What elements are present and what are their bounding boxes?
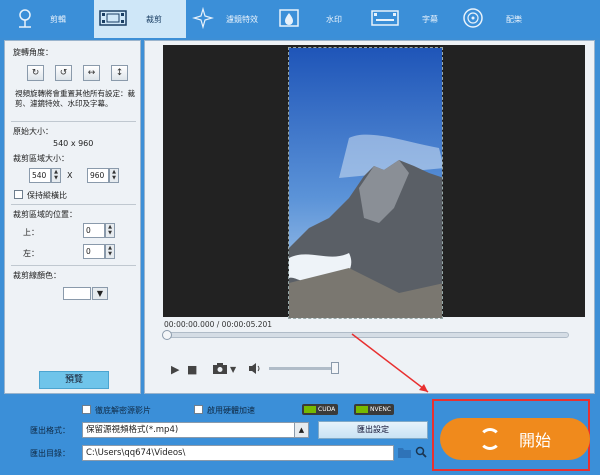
left-offset-stepper[interactable]: ▲ ▼	[105, 244, 115, 259]
keep-ratio-label: 保持縱橫比	[27, 191, 67, 200]
crop-width-field[interactable]: 540	[29, 168, 51, 183]
tab-label: 水印	[326, 15, 342, 24]
play-icon[interactable]: ▶	[171, 363, 179, 376]
start-button[interactable]: 開始	[440, 418, 590, 460]
nvidia-icon	[304, 406, 316, 413]
top-tab-bar: 剪輯 裁剪 濾鏡特效 水印 字幕 配樂	[0, 0, 600, 38]
rotation-note: 視頻旋轉將會重置其他所有設定：裁剪、濾鏡特效、水印及字幕。	[15, 89, 135, 108]
cuda-badge: CUDA	[302, 404, 339, 415]
export-settings-button[interactable]: 匯出設定	[318, 421, 428, 439]
preview-panel: 00:00:00.000 / 00:00:05.201 ▶ ■ ▼	[144, 40, 595, 394]
tab-watermark[interactable]: 水印	[276, 0, 366, 38]
flip-horizontal-icon: ↔	[87, 68, 96, 78]
time-display: 00:00:00.000 / 00:00:05.201	[164, 320, 273, 329]
video-preview	[163, 45, 585, 319]
top-offset-field[interactable]: 0	[83, 223, 105, 238]
timeline-slider[interactable]	[162, 330, 569, 340]
crop-height-stepper[interactable]: ▲ ▼	[109, 168, 119, 183]
crop-frame[interactable]	[288, 47, 443, 319]
tab-label: 剪輯	[50, 15, 66, 24]
timeline-handle[interactable]	[162, 330, 172, 340]
music-disc-icon	[462, 7, 484, 29]
bottom-bar: 徹底解密源影片 啟用硬體加速 CUDA NVENC 匯出格式： 保留源視頻格式(…	[0, 396, 600, 475]
decrypt-source-checkbox[interactable]	[82, 405, 91, 414]
search-icon[interactable]	[415, 446, 427, 461]
volume-icon[interactable]	[249, 363, 261, 377]
convert-icon	[478, 428, 501, 450]
stop-icon[interactable]: ■	[187, 363, 197, 376]
crop-width-stepper[interactable]: ▲ ▼	[51, 168, 61, 183]
flip-vertical-icon: ↕	[115, 68, 124, 78]
flip-horizontal-button[interactable]: ↔	[83, 65, 100, 81]
line-color-swatch[interactable]	[63, 287, 91, 300]
volume-handle[interactable]	[331, 362, 339, 374]
tab-filter-effects[interactable]: 濾鏡特效	[186, 0, 276, 38]
original-size-label: 原始大小：	[13, 127, 53, 136]
tab-subtitle[interactable]: 字幕	[366, 0, 458, 38]
chevron-up-icon[interactable]: ▲	[294, 422, 309, 438]
mountain-image	[289, 48, 442, 318]
keep-ratio-checkbox[interactable]	[14, 190, 23, 199]
tree-icon	[14, 7, 36, 29]
nvenc-badge: NVENC	[354, 404, 395, 415]
decrypt-source-label: 徹底解密源影片	[95, 406, 151, 415]
directory-label: 匯出目錄：	[30, 449, 70, 458]
rotation-title: 旋轉角度：	[13, 48, 53, 57]
divider	[11, 265, 136, 266]
crop-settings-panel: 旋轉角度： ↻ ↺ ↔ ↕ 視頻旋轉將會重置其他所有設定：裁剪、濾鏡特效、水印及…	[4, 40, 141, 394]
volume-slider[interactable]	[269, 367, 334, 370]
tab-label: 裁剪	[146, 15, 162, 24]
divider	[11, 121, 136, 122]
film-crop-icon	[98, 7, 128, 29]
divider	[11, 204, 136, 205]
chevron-down-icon[interactable]: ▼	[92, 287, 108, 300]
crop-size-separator: X	[67, 171, 73, 180]
tab-label: 濾鏡特效	[226, 15, 258, 24]
nvidia-icon	[356, 406, 368, 413]
watermark-icon	[278, 7, 300, 29]
crop-position-label: 裁剪區域的位置：	[13, 210, 77, 219]
tab-label: 字幕	[422, 15, 438, 24]
format-select[interactable]: 保留源視頻格式(*.mp4)	[82, 422, 295, 438]
tab-music[interactable]: 配樂	[458, 0, 548, 38]
left-label: 左：	[23, 249, 39, 258]
preview-button[interactable]: 預覽	[39, 371, 109, 389]
flip-vertical-button[interactable]: ↕	[111, 65, 128, 81]
hardware-accel-checkbox[interactable]	[194, 405, 203, 414]
top-offset-stepper[interactable]: ▲ ▼	[105, 223, 115, 238]
format-label: 匯出格式：	[30, 426, 70, 435]
sparkle-icon	[191, 6, 215, 30]
subtitle-icon	[370, 7, 400, 29]
tab-crop[interactable]: 裁剪	[94, 0, 186, 38]
original-size-value: 540 x 960	[53, 139, 94, 148]
line-color-label: 裁剪線顏色：	[13, 271, 61, 280]
rotate-left-button[interactable]: ↺	[55, 65, 72, 81]
crop-size-label: 裁剪區域大小：	[13, 154, 69, 163]
directory-field[interactable]: C:\Users\qq674\Videos\	[82, 445, 394, 461]
folder-icon[interactable]	[398, 447, 411, 461]
rotate-right-button[interactable]: ↻	[27, 65, 44, 81]
tab-label: 配樂	[506, 15, 522, 24]
hardware-accel-label: 啟用硬體加速	[207, 406, 255, 415]
crop-height-field[interactable]: 960	[87, 168, 109, 183]
left-offset-field[interactable]: 0	[83, 244, 105, 259]
rotate-right-icon: ↻	[31, 68, 40, 78]
tab-edit[interactable]: 剪輯	[6, 0, 94, 38]
start-label: 開始	[518, 431, 551, 450]
snapshot-dropdown-icon[interactable]: ▼	[230, 365, 236, 374]
rotate-left-icon: ↺	[59, 68, 68, 78]
camera-icon[interactable]	[213, 363, 227, 377]
top-label: 上：	[23, 228, 39, 237]
